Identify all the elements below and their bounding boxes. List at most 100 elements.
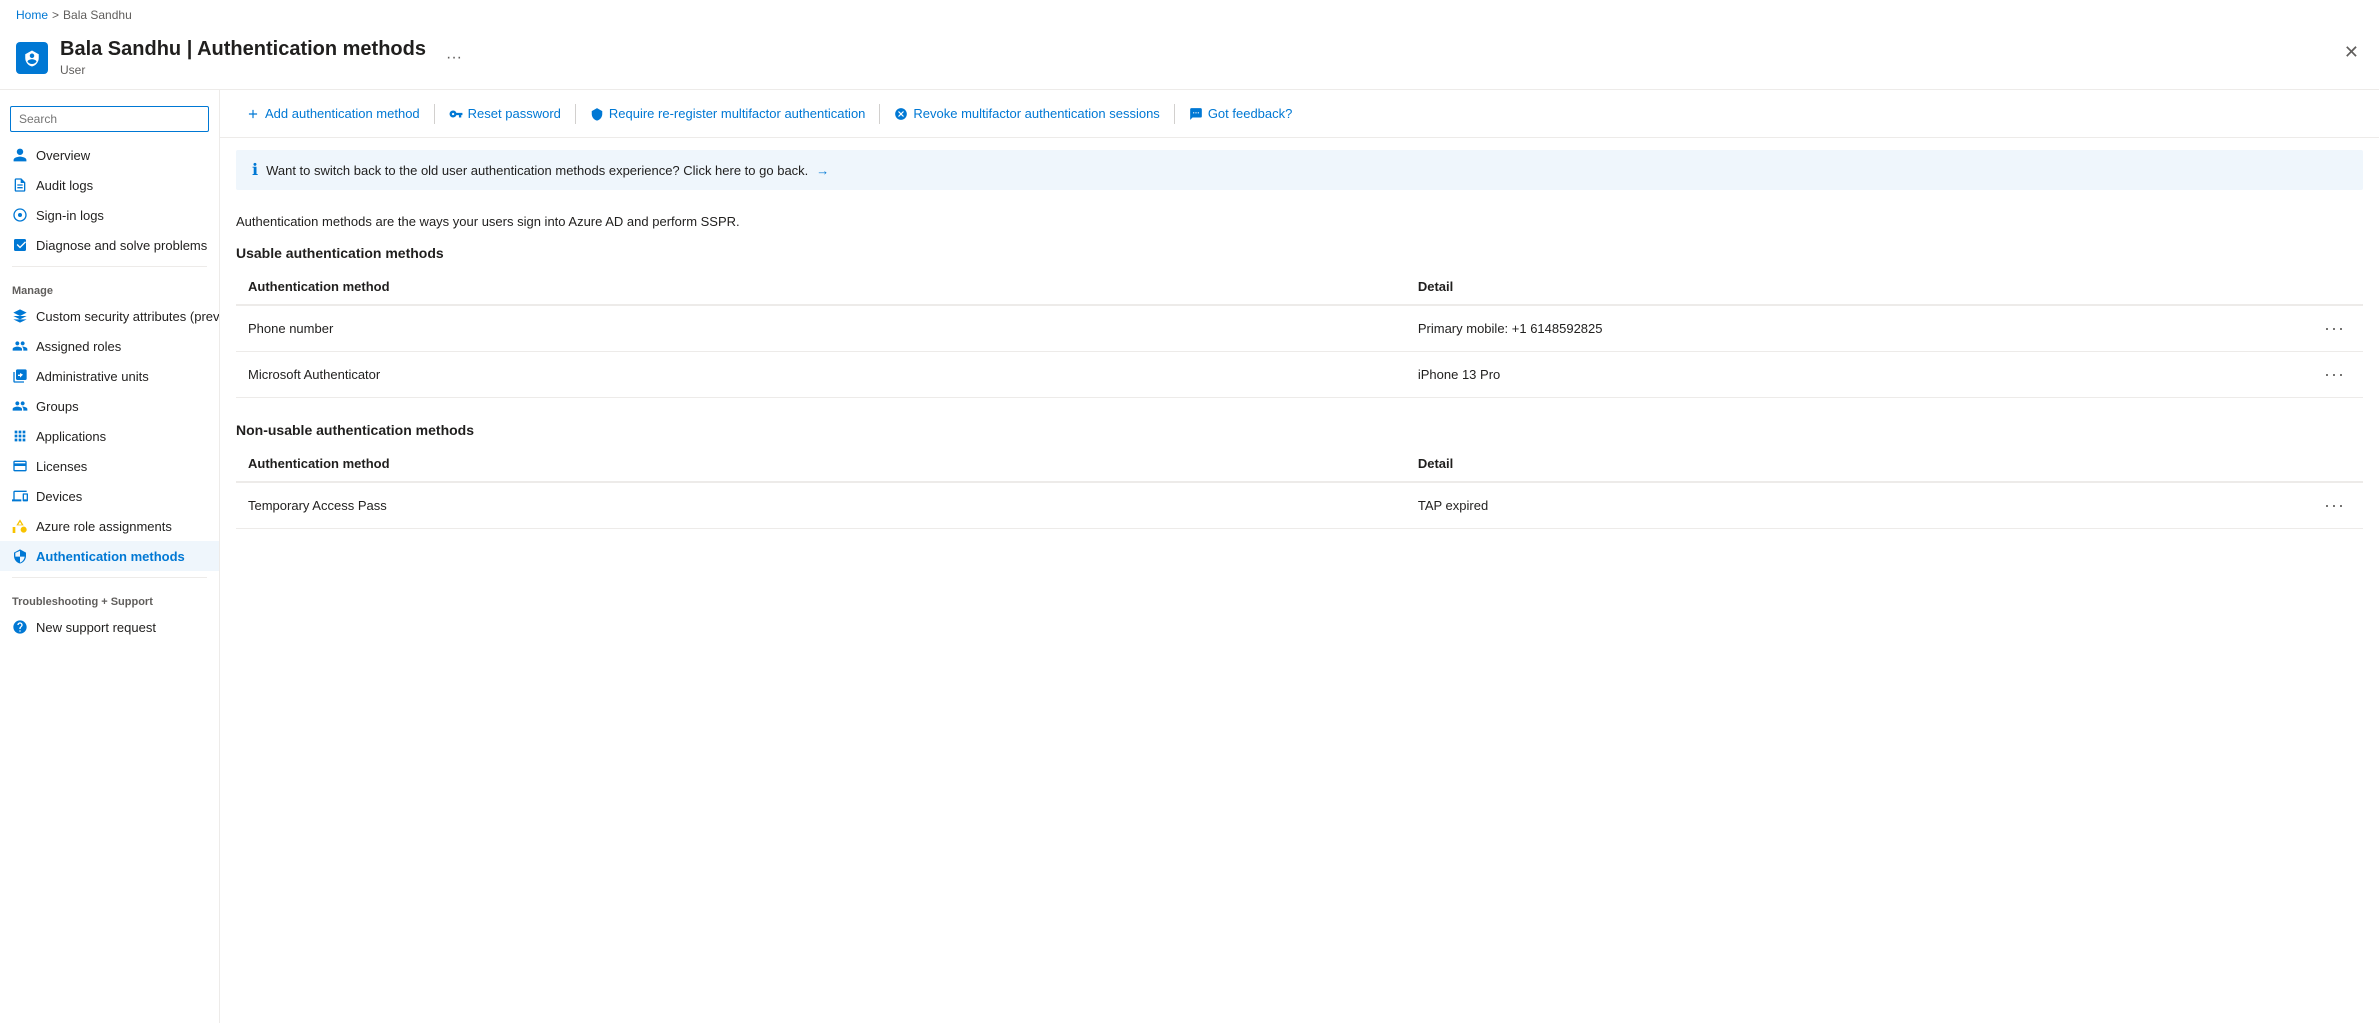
method-cell: Microsoft Authenticator: [236, 352, 1406, 398]
admin-icon: [12, 368, 28, 384]
breadcrumb: Home > Bala Sandhu: [0, 0, 2379, 30]
info-banner: ℹ Want to switch back to the old user au…: [236, 150, 2363, 190]
feedback-button[interactable]: Got feedback?: [1179, 100, 1303, 127]
content-area: Authentication methods are the ways your…: [220, 202, 2379, 569]
sidebar-item-assigned-roles[interactable]: Assigned roles: [0, 331, 219, 361]
non-usable-section-title: Non-usable authentication methods: [236, 422, 2363, 438]
person-icon: [12, 147, 28, 163]
row-actions-button[interactable]: ···: [2318, 362, 2351, 387]
sidebar-admin-label: Administrative units: [36, 369, 149, 384]
sidebar-search-container: [0, 98, 219, 140]
page-header-icon: [16, 42, 48, 74]
method-cell: Phone number: [236, 305, 1406, 352]
search-input[interactable]: [10, 106, 209, 132]
support-section-label: Troubleshooting + Support: [0, 584, 219, 612]
shield-person-icon: [23, 49, 41, 67]
toolbar-sep-2: [575, 104, 576, 124]
breadcrumb-home[interactable]: Home: [16, 8, 48, 22]
sidebar-item-auth-methods[interactable]: Authentication methods: [0, 541, 219, 571]
sidebar-item-applications[interactable]: Applications: [0, 421, 219, 451]
sidebar-item-diagnose[interactable]: Diagnose and solve problems: [0, 230, 219, 260]
shield-refresh-icon: [590, 107, 604, 121]
banner-text: Want to switch back to the old user auth…: [266, 163, 808, 178]
audit-icon: [12, 177, 28, 193]
sidebar-custom-label: Custom security attributes (preview): [36, 309, 219, 324]
sidebar-devices-label: Devices: [36, 489, 82, 504]
sidebar-item-azure-roles[interactable]: Azure role assignments: [0, 511, 219, 541]
reset-password-button[interactable]: Reset password: [439, 100, 571, 127]
sidebar-item-licenses[interactable]: Licenses: [0, 451, 219, 481]
sidebar-item-audit-logs[interactable]: Audit logs: [0, 170, 219, 200]
row-actions-button[interactable]: ···: [2318, 316, 2351, 341]
usable-col-method-header: Authentication method: [236, 269, 1406, 305]
non-usable-col-method-header: Authentication method: [236, 446, 1406, 482]
groups-icon: [12, 398, 28, 414]
non-usable-col-detail-header: Detail: [1406, 446, 2299, 482]
sidebar: Overview Audit logs Sign-in logs Diagnos…: [0, 90, 220, 1023]
breadcrumb-sep: >: [52, 8, 59, 22]
sidebar-support-label: New support request: [36, 620, 156, 635]
toolbar-sep-4: [1174, 104, 1175, 124]
actions-cell: ···: [2299, 482, 2363, 529]
non-usable-col-actions-header: [2299, 446, 2363, 482]
breadcrumb-current: Bala Sandhu: [63, 8, 132, 22]
usable-col-detail-header: Detail: [1406, 269, 2299, 305]
actions-cell: ···: [2299, 352, 2363, 398]
close-button[interactable]: ✕: [2340, 38, 2363, 67]
sidebar-divider-1: [12, 266, 207, 267]
revoke-sessions-button[interactable]: Revoke multifactor authentication sessio…: [884, 100, 1169, 127]
sidebar-item-groups[interactable]: Groups: [0, 391, 219, 421]
licenses-icon: [12, 458, 28, 474]
custom-icon: [12, 308, 28, 324]
sidebar-item-admin-units[interactable]: Administrative units: [0, 361, 219, 391]
revoke-icon: [894, 107, 908, 121]
sidebar-item-support[interactable]: New support request: [0, 612, 219, 642]
sidebar-signin-label: Sign-in logs: [36, 208, 104, 223]
table-row: Microsoft Authenticator iPhone 13 Pro ··…: [236, 352, 2363, 398]
page-header: Bala Sandhu | Authentication methods Use…: [0, 30, 2379, 90]
sidebar-overview-label: Overview: [36, 148, 90, 163]
roles-icon: [12, 338, 28, 354]
azure-icon: [12, 518, 28, 534]
usable-methods-table: Authentication method Detail Phone numbe…: [236, 269, 2363, 398]
toolbar-sep-1: [434, 104, 435, 124]
sidebar-apps-label: Applications: [36, 429, 106, 444]
detail-cell: iPhone 13 Pro: [1406, 352, 2299, 398]
row-actions-button[interactable]: ···: [2318, 493, 2351, 518]
sidebar-azure-label: Azure role assignments: [36, 519, 172, 534]
require-reregister-button[interactable]: Require re-register multifactor authenti…: [580, 100, 876, 127]
sidebar-item-custom-security[interactable]: Custom security attributes (preview): [0, 301, 219, 331]
manage-section-label: Manage: [0, 273, 219, 301]
sidebar-item-overview[interactable]: Overview: [0, 140, 219, 170]
app-body: Overview Audit logs Sign-in logs Diagnos…: [0, 90, 2379, 1023]
banner-link[interactable]: →: [816, 163, 829, 178]
sidebar-item-devices[interactable]: Devices: [0, 481, 219, 511]
non-usable-methods-table: Authentication method Detail Temporary A…: [236, 446, 2363, 529]
detail-cell: TAP expired: [1406, 482, 2299, 529]
sidebar-groups-label: Groups: [36, 399, 79, 414]
add-icon: [246, 107, 260, 121]
toolbar: Add authentication method Reset password…: [220, 90, 2379, 138]
table-row: Temporary Access Pass TAP expired ···: [236, 482, 2363, 529]
content-description: Authentication methods are the ways your…: [236, 214, 2363, 229]
sidebar-item-signin-logs[interactable]: Sign-in logs: [0, 200, 219, 230]
table-row: Phone number Primary mobile: +1 61485928…: [236, 305, 2363, 352]
sidebar-audit-label: Audit logs: [36, 178, 93, 193]
method-cell: Temporary Access Pass: [236, 482, 1406, 529]
header-ellipsis-menu[interactable]: ···: [446, 49, 462, 67]
usable-col-actions-header: [2299, 269, 2363, 305]
diagnose-icon: [12, 237, 28, 253]
add-auth-method-button[interactable]: Add authentication method: [236, 100, 430, 127]
detail-cell: Primary mobile: +1 6148592825: [1406, 305, 2299, 352]
sidebar-diagnose-label: Diagnose and solve problems: [36, 238, 207, 253]
devices-icon: [12, 488, 28, 504]
page-title: Bala Sandhu | Authentication methods: [60, 38, 426, 61]
sidebar-licenses-label: Licenses: [36, 459, 87, 474]
apps-icon: [12, 428, 28, 444]
auth-icon: [12, 548, 28, 564]
sidebar-roles-label: Assigned roles: [36, 339, 121, 354]
actions-cell: ···: [2299, 305, 2363, 352]
sidebar-divider-2: [12, 577, 207, 578]
page-header-title: Bala Sandhu | Authentication methods Use…: [60, 38, 426, 77]
key-icon: [449, 107, 463, 121]
